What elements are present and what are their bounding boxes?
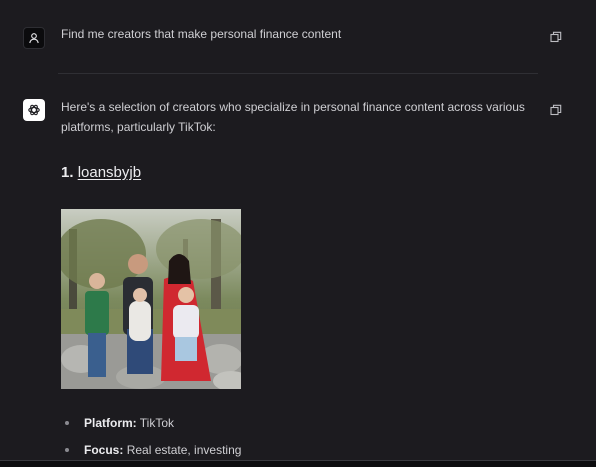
detail-key: Platform:	[84, 416, 137, 430]
chat-page: Find me creators that make personal fina…	[0, 0, 596, 467]
family-photo	[61, 209, 241, 389]
assistant-avatar	[23, 99, 45, 121]
detail-key: Focus:	[84, 443, 124, 457]
creator-number: 1.	[61, 164, 74, 181]
creator-heading: 1. loansbyjb	[61, 162, 141, 184]
user-message-text: Find me creators that make personal fina…	[61, 27, 342, 41]
message-divider	[58, 73, 538, 74]
creator-handle-link[interactable]: loansbyjb	[78, 164, 141, 181]
user-avatar	[23, 27, 45, 49]
creator-photo	[61, 209, 241, 389]
user-icon	[29, 33, 39, 44]
list-item: Platform: TikTok	[61, 413, 241, 440]
openai-logo-icon	[28, 104, 40, 116]
copy-icon[interactable]	[550, 104, 562, 116]
detail-value: Real estate, investing	[126, 443, 242, 457]
bottom-bar	[0, 460, 596, 467]
creator-details-list: Platform: TikTok Focus: Real estate, inv…	[61, 413, 241, 467]
detail-value: TikTok	[139, 416, 175, 430]
assistant-intro-text: Here's a selection of creators who speci…	[61, 100, 525, 134]
copy-icon[interactable]	[550, 31, 562, 43]
